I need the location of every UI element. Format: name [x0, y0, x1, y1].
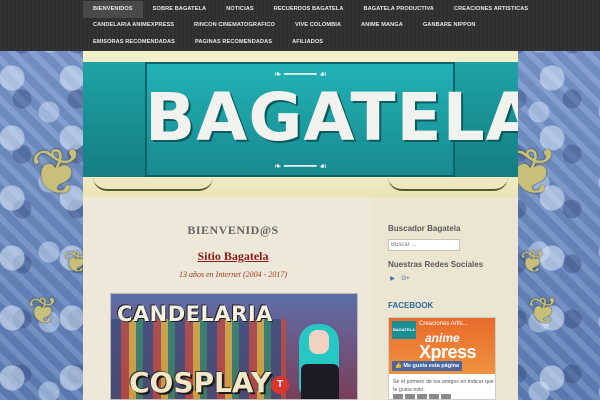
- nav-item-paginas-recomendadas[interactable]: PAGINAS RECOMENDADAS: [185, 34, 282, 51]
- years-subtitle: 13 años en Internet (2004 - 2017): [179, 270, 287, 279]
- nav-item-recuerdos-bagatela[interactable]: RECUERDOS BAGATELA: [264, 1, 354, 18]
- avatar[interactable]: [441, 394, 451, 399]
- youtube-icon[interactable]: ▶: [388, 275, 397, 284]
- search-input[interactable]: [388, 239, 460, 251]
- content-area: BIENVENID@S Sitio Bagatela 13 años en In…: [83, 197, 518, 400]
- social-icons: ▶ G+: [388, 275, 410, 284]
- nav-item-afiliados[interactable]: AFILIADOS: [282, 34, 333, 51]
- butterfly-right-small-icon: ❦: [520, 246, 546, 279]
- search-widget-title: Buscador Bagatela: [388, 224, 461, 233]
- nav-item-bagatela-productiva[interactable]: BAGATELA PRODUCTIVA: [353, 1, 443, 18]
- fb-page-name[interactable]: Creaciones Artis...: [419, 321, 468, 327]
- fb-friend-avatars: [393, 394, 451, 399]
- site-logo-title: BAGATELA: [145, 79, 518, 156]
- vine-left-decoration: [93, 177, 213, 191]
- nav-item-candelaria-animexpress[interactable]: CANDELARIA ANIMEXPRESS: [83, 17, 184, 34]
- nav-item-creaciones-artisticas[interactable]: CREACIONES ARTISTICAS: [444, 1, 538, 18]
- butterfly-left-large-icon: ❦: [30, 136, 84, 208]
- nav-item-noticias[interactable]: NOTICIAS: [216, 1, 264, 18]
- promo-title-line2: COSPLAY: [129, 366, 272, 399]
- fb-like-label: Me gusta esta página: [403, 363, 460, 369]
- google-plus-icon[interactable]: G+: [401, 275, 410, 284]
- ornament-bottom-icon: ❧ ━━━━━━ ☙: [273, 161, 328, 171]
- avatar[interactable]: [429, 394, 439, 399]
- site-title-link[interactable]: Sitio Bagatela: [83, 249, 383, 264]
- nav-item-ganbare-nippon[interactable]: GANBARE NIPPON: [413, 17, 486, 34]
- cosplayer-figure: [291, 316, 349, 399]
- fb-page-thumbnail[interactable]: BAGATELA: [392, 321, 416, 339]
- main-column: BIENVENID@S Sitio Bagatela 13 años en In…: [83, 197, 373, 400]
- butterfly-left-bottom-icon: ❦: [28, 290, 59, 331]
- fb-friends-text: Sé el primero de tus amigos en indicar q…: [393, 379, 494, 393]
- promo-title-line1: CANDELARIA: [117, 302, 273, 326]
- avatar[interactable]: [393, 394, 403, 399]
- fb-like-button[interactable]: 👍 Me gusta esta página: [392, 361, 463, 371]
- nav-item-sobre-bagatela[interactable]: SOBRE BAGATELA: [143, 1, 217, 18]
- facebook-widget-title: FACEBOOK: [388, 301, 434, 310]
- butterfly-right-bottom-icon: ❦: [528, 290, 559, 331]
- fb-logo-line2: Xpress: [419, 342, 477, 362]
- promo-badge-icon: T: [271, 376, 289, 394]
- site-header-banner[interactable]: ❧ ━━━━━━ ☙ BAGATELA ❧ ━━━━━━ ☙: [83, 51, 518, 197]
- vine-right-decoration: [388, 177, 508, 191]
- candelaria-cosplay-image[interactable]: CANDELARIA COSPLAY T: [110, 293, 358, 400]
- page-title: BIENVENID@S: [187, 223, 279, 237]
- main-navigation: BIENVENIDOS SOBRE BAGATELA NOTICIAS RECU…: [0, 0, 600, 51]
- nav-item-rincon-cinematografico[interactable]: RINCON CINEMATOGRAFICO: [184, 17, 285, 34]
- nav-row-1: BIENVENIDOS SOBRE BAGATELA NOTICIAS RECU…: [83, 1, 538, 18]
- nav-item-vive-colombia[interactable]: VIVE COLOMBIA: [285, 17, 351, 34]
- social-widget-title: Nuestras Redes Sociales: [388, 260, 484, 269]
- avatar[interactable]: [417, 394, 427, 399]
- facebook-page-widget[interactable]: BAGATELA Creaciones Artis... anime Xpres…: [388, 317, 496, 400]
- sidebar: Buscador Bagatela Nuestras Redes Sociale…: [373, 197, 518, 400]
- avatar[interactable]: [405, 394, 415, 399]
- nav-item-bienvenidos[interactable]: BIENVENIDOS: [83, 1, 143, 18]
- nav-row-3: EMISORAS RECOMENDADAS PAGINAS RECOMENDAD…: [83, 34, 333, 51]
- nav-item-emisoras-recomendadas[interactable]: EMISORAS RECOMENDADAS: [83, 34, 185, 51]
- nav-item-anime-manga[interactable]: ANIME MANGA: [351, 17, 413, 34]
- nav-row-2: CANDELARIA ANIMEXPRESS RINCON CINEMATOGR…: [83, 17, 486, 34]
